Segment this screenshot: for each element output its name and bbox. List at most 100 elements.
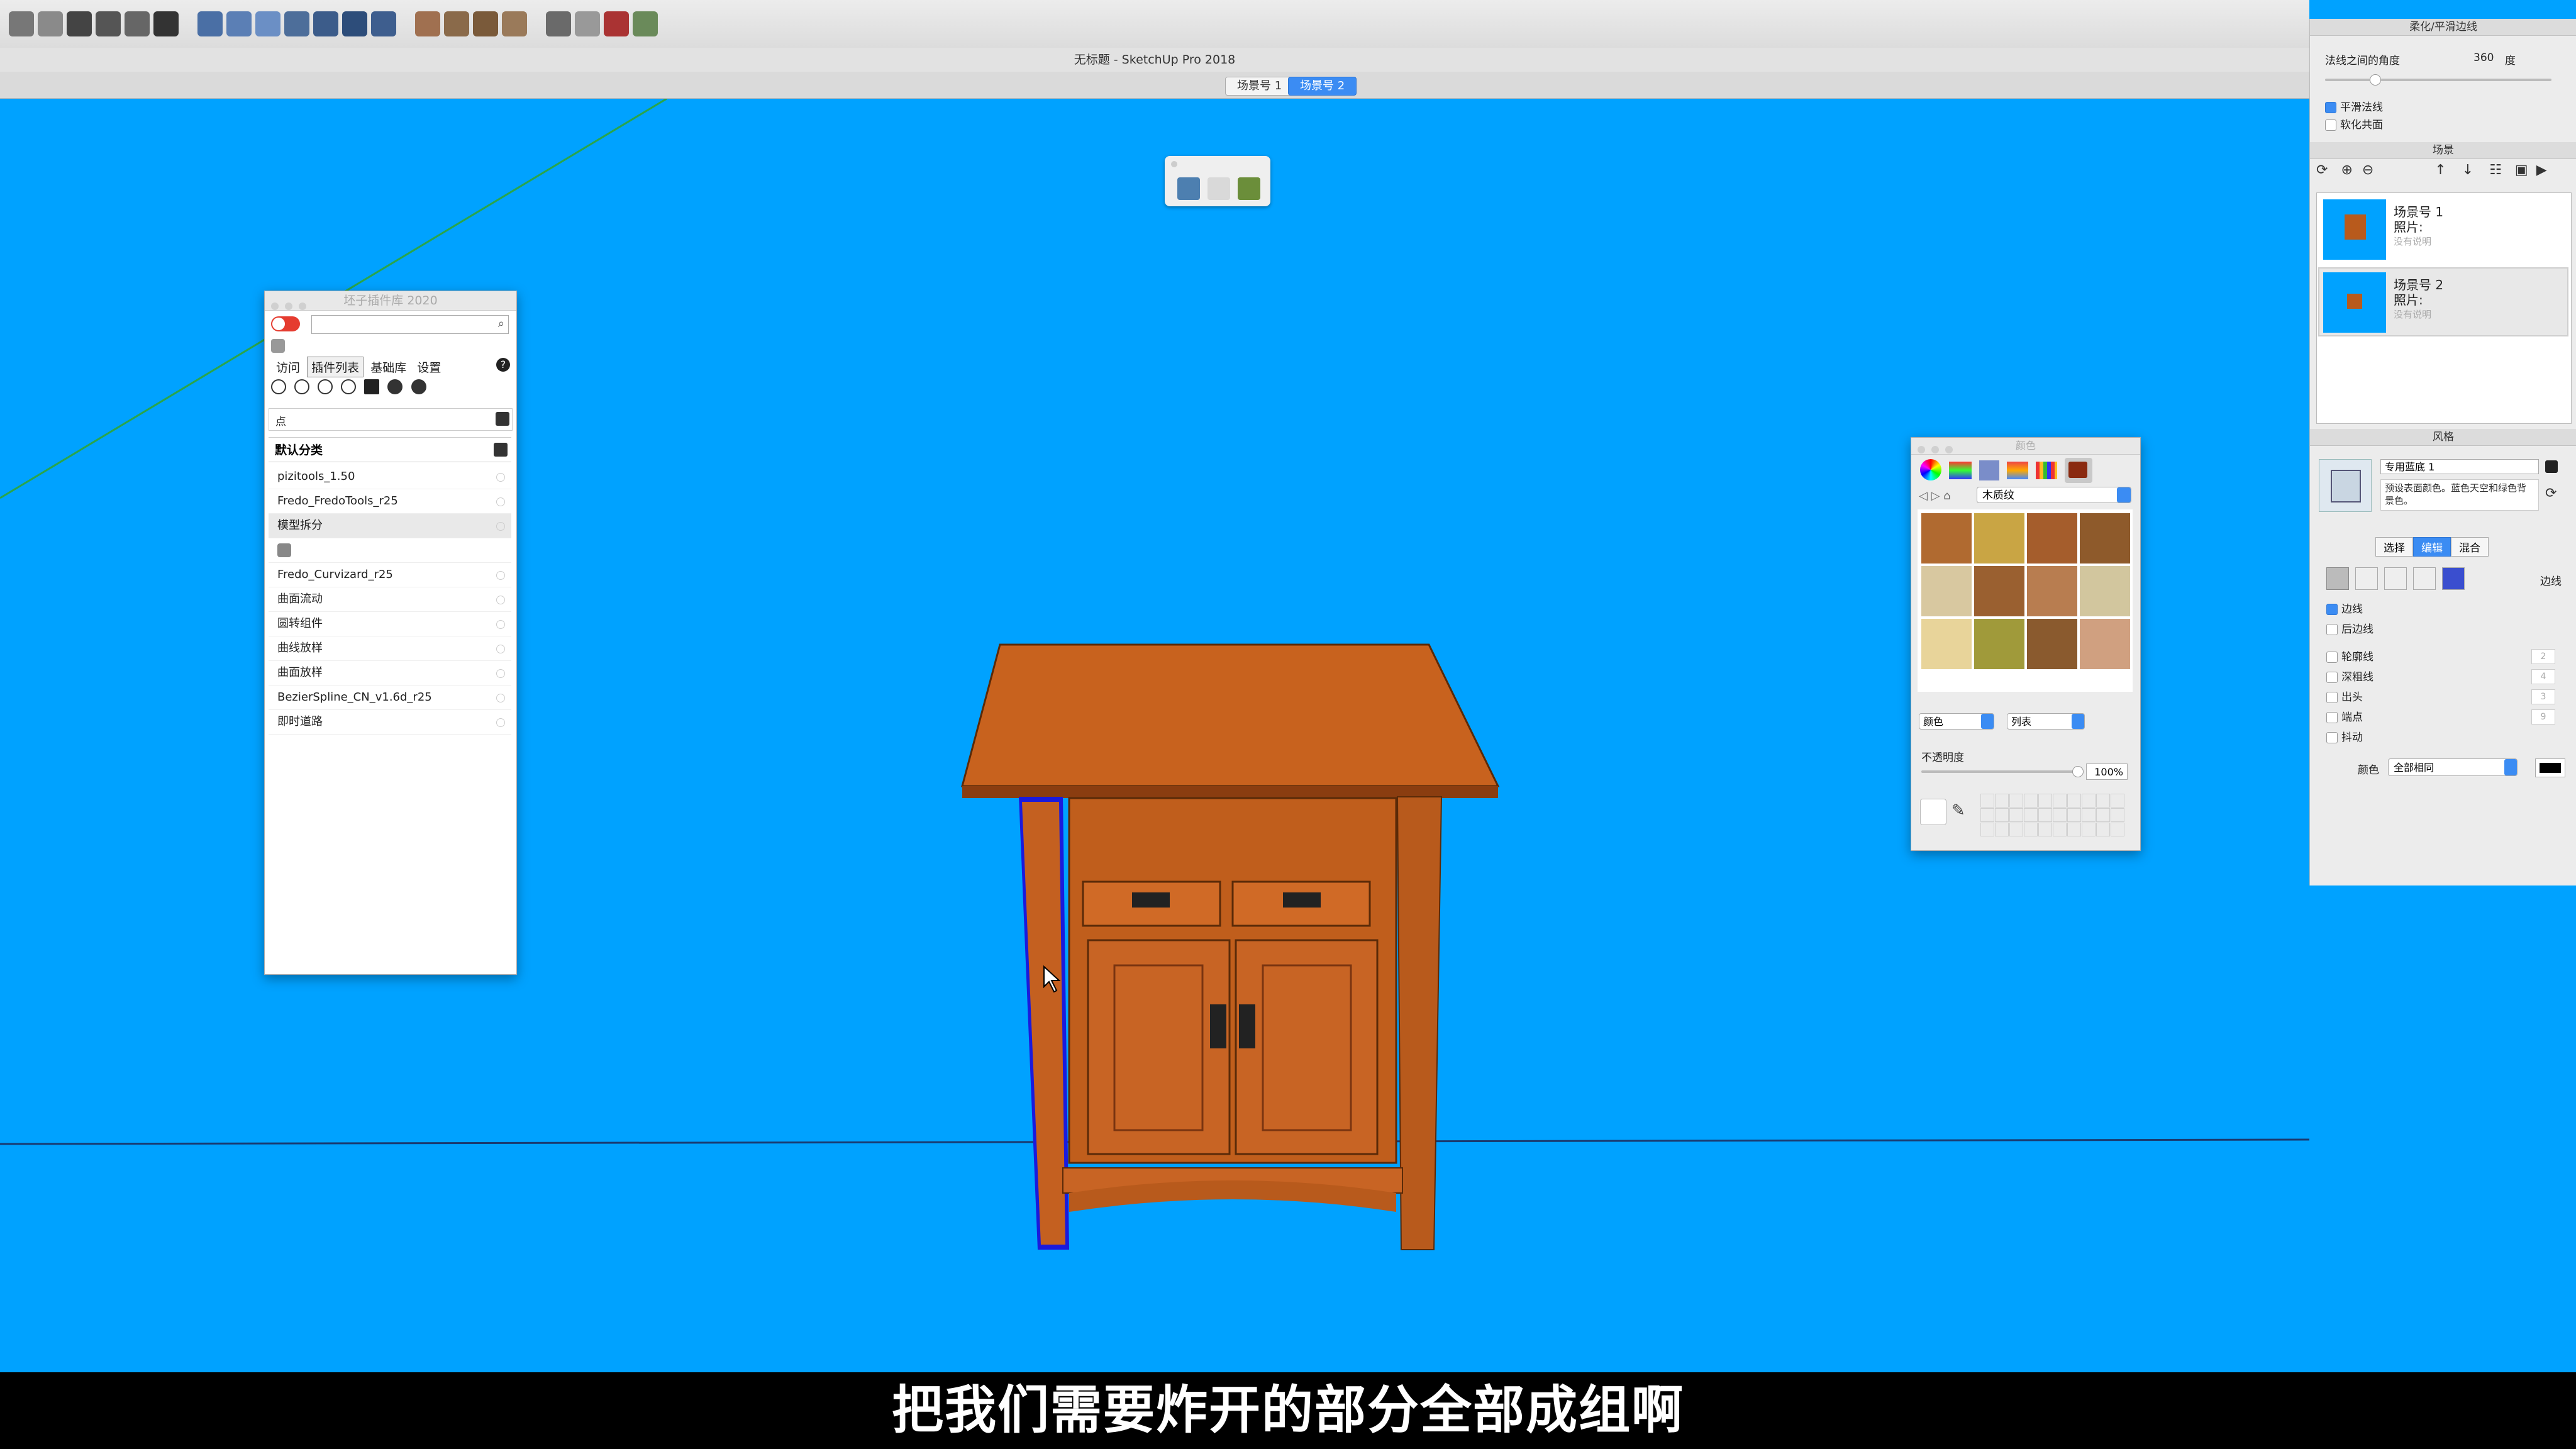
material-swatch[interactable] (2080, 566, 2130, 616)
custom-color-cell[interactable] (1980, 823, 1994, 836)
gear-icon[interactable] (294, 379, 310, 394)
stamp-icon[interactable] (473, 11, 498, 36)
eyedropper-icon[interactable]: ✎ (1951, 801, 1965, 820)
custom-color-cell[interactable] (2009, 823, 2023, 836)
custom-color-cell[interactable] (2096, 823, 2110, 836)
window-controls[interactable] (271, 297, 313, 316)
style-update-icon[interactable]: ⟳ (2545, 486, 2557, 501)
folder-icon[interactable] (364, 379, 380, 394)
plugin-list-item[interactable] (269, 538, 511, 563)
custom-color-cell[interactable] (1995, 794, 2009, 808)
custom-color-cell[interactable] (2053, 808, 2067, 822)
scenes-panel-header[interactable]: 场景 (2310, 142, 2576, 159)
edge-option-value[interactable]: 3 (2531, 689, 2555, 704)
warehouse-icon[interactable] (604, 11, 629, 36)
box-back-icon[interactable] (284, 11, 309, 36)
close-dot[interactable] (1171, 161, 1177, 167)
plugin-filter-input[interactable]: 点 (269, 408, 513, 431)
add-scene-icon[interactable]: ⊕ (2341, 162, 2352, 178)
help-icon[interactable]: ? (496, 358, 510, 372)
material-swatch[interactable] (1921, 513, 1972, 564)
opacity-slider-knob[interactable] (2072, 766, 2084, 777)
tag-icon[interactable] (1208, 177, 1230, 200)
add-detail-icon[interactable] (546, 11, 571, 36)
edge-option-row[interactable]: 边线 (2326, 600, 2565, 620)
custom-color-cell[interactable] (2067, 823, 2081, 836)
refresh-icon[interactable]: ⟳ (2316, 162, 2328, 178)
house-outline-icon[interactable] (153, 11, 179, 36)
home-icon[interactable] (67, 11, 92, 36)
color-sliders-icon[interactable] (1949, 462, 1972, 479)
plugin-list-item[interactable]: 模型拆分 (269, 514, 511, 538)
smooth-normals-row[interactable]: 平滑法线 (2325, 98, 2383, 114)
box-top-icon[interactable] (226, 11, 252, 36)
edge-color-select[interactable]: 全部相同 (2388, 758, 2518, 776)
view-mode-select[interactable]: 列表 (2007, 713, 2085, 730)
edge-option-checkbox[interactable] (2326, 624, 2338, 635)
custom-color-cell[interactable] (1995, 808, 2009, 822)
custom-color-cell[interactable] (2024, 823, 2038, 836)
tab-select[interactable]: 选择 (2375, 537, 2413, 557)
box-bottom-icon[interactable] (371, 11, 396, 36)
soften-panel-header[interactable]: 柔化/平滑边线 (2310, 19, 2576, 36)
edge-option-value[interactable]: 2 (2531, 649, 2555, 664)
plugin-list-item[interactable]: pizitools_1.50 (269, 465, 511, 489)
tab-edit[interactable]: 编辑 (2413, 537, 2451, 557)
edge-option-value[interactable]: 9 (2531, 709, 2555, 724)
style-save-icon[interactable] (2545, 460, 2558, 473)
plugin-list-item[interactable]: 曲线放样 (269, 636, 511, 661)
custom-color-cell[interactable] (2067, 808, 2081, 822)
material-swatch[interactable] (2027, 619, 2077, 669)
box-left-icon[interactable] (313, 11, 338, 36)
edge-option-row[interactable]: 出头 3 (2326, 688, 2565, 708)
plugin-status-icon[interactable] (496, 596, 505, 604)
opacity-slider[interactable] (1921, 766, 2084, 777)
box-right-icon[interactable] (255, 11, 280, 36)
edge-option-checkbox[interactable] (2326, 652, 2338, 663)
plugin-status-icon[interactable] (496, 473, 505, 482)
scene-item-2[interactable]: 场景号 2 照片: 没有说明 (2318, 267, 2568, 336)
plugin-list-item[interactable]: 即时道路 (269, 710, 511, 735)
style-description[interactable]: 预设表面颜色。蓝色天空和绿色背景色。 (2380, 479, 2539, 511)
materials-tab[interactable] (2065, 458, 2092, 483)
custom-color-cell[interactable] (1995, 823, 2009, 836)
color-wheel-icon[interactable] (1920, 459, 1941, 480)
install-icon[interactable] (341, 379, 357, 394)
material-swatch[interactable] (1921, 619, 1972, 669)
custom-color-cell[interactable] (2082, 794, 2096, 808)
custom-color-cell[interactable] (2111, 794, 2124, 808)
custom-color-cell[interactable] (2009, 794, 2023, 808)
custom-color-cell[interactable] (2111, 823, 2124, 836)
tab-plugin-list[interactable]: 插件列表 (307, 357, 364, 377)
plugin-status-icon[interactable] (496, 620, 505, 629)
tab-scene-2[interactable]: 场景号 2 (1288, 77, 1357, 96)
soften-coplanar-row[interactable]: 软化共面 (2325, 116, 2383, 131)
angle-slider[interactable] (2325, 74, 2551, 86)
scene-item-1[interactable]: 场景号 1 照片: 没有说明 (2318, 194, 2568, 264)
edge-option-checkbox[interactable] (2326, 604, 2338, 615)
custom-color-cell[interactable] (2067, 794, 2081, 808)
custom-color-cell[interactable] (2038, 823, 2052, 836)
styles-panel-header[interactable]: 风格 (2310, 429, 2576, 446)
color-mode-select[interactable]: 颜色 (1919, 713, 1994, 730)
face-settings-icon[interactable] (2355, 567, 2378, 590)
move-up-icon[interactable]: ↑ (2434, 162, 2446, 178)
edge-option-row[interactable]: 后边线 (2326, 620, 2565, 640)
edge-option-row[interactable]: 端点 9 (2326, 708, 2565, 728)
watermark-settings-icon[interactable] (2413, 567, 2436, 590)
material-swatch[interactable] (2080, 619, 2130, 669)
material-swatch[interactable] (1974, 619, 2024, 669)
extension-icon[interactable] (633, 11, 658, 36)
edge-option-checkbox[interactable] (2326, 672, 2338, 683)
tab-base-library[interactable]: 基础库 (367, 357, 410, 377)
soften-coplanar-checkbox[interactable] (2325, 119, 2336, 131)
move-down-icon[interactable]: ↓ (2462, 162, 2473, 178)
plugin-search-input[interactable]: ⌕ (311, 315, 509, 334)
current-color-swatch[interactable] (1920, 799, 1946, 825)
plugin-list-item[interactable]: 曲面放样 (269, 661, 511, 686)
plugin-status-icon[interactable] (496, 522, 505, 531)
custom-color-cell[interactable] (2111, 808, 2124, 822)
view-options-icon[interactable]: ☷ (2489, 162, 2502, 178)
custom-color-cell[interactable] (1980, 808, 1994, 822)
custom-color-cell[interactable] (1980, 794, 1994, 808)
